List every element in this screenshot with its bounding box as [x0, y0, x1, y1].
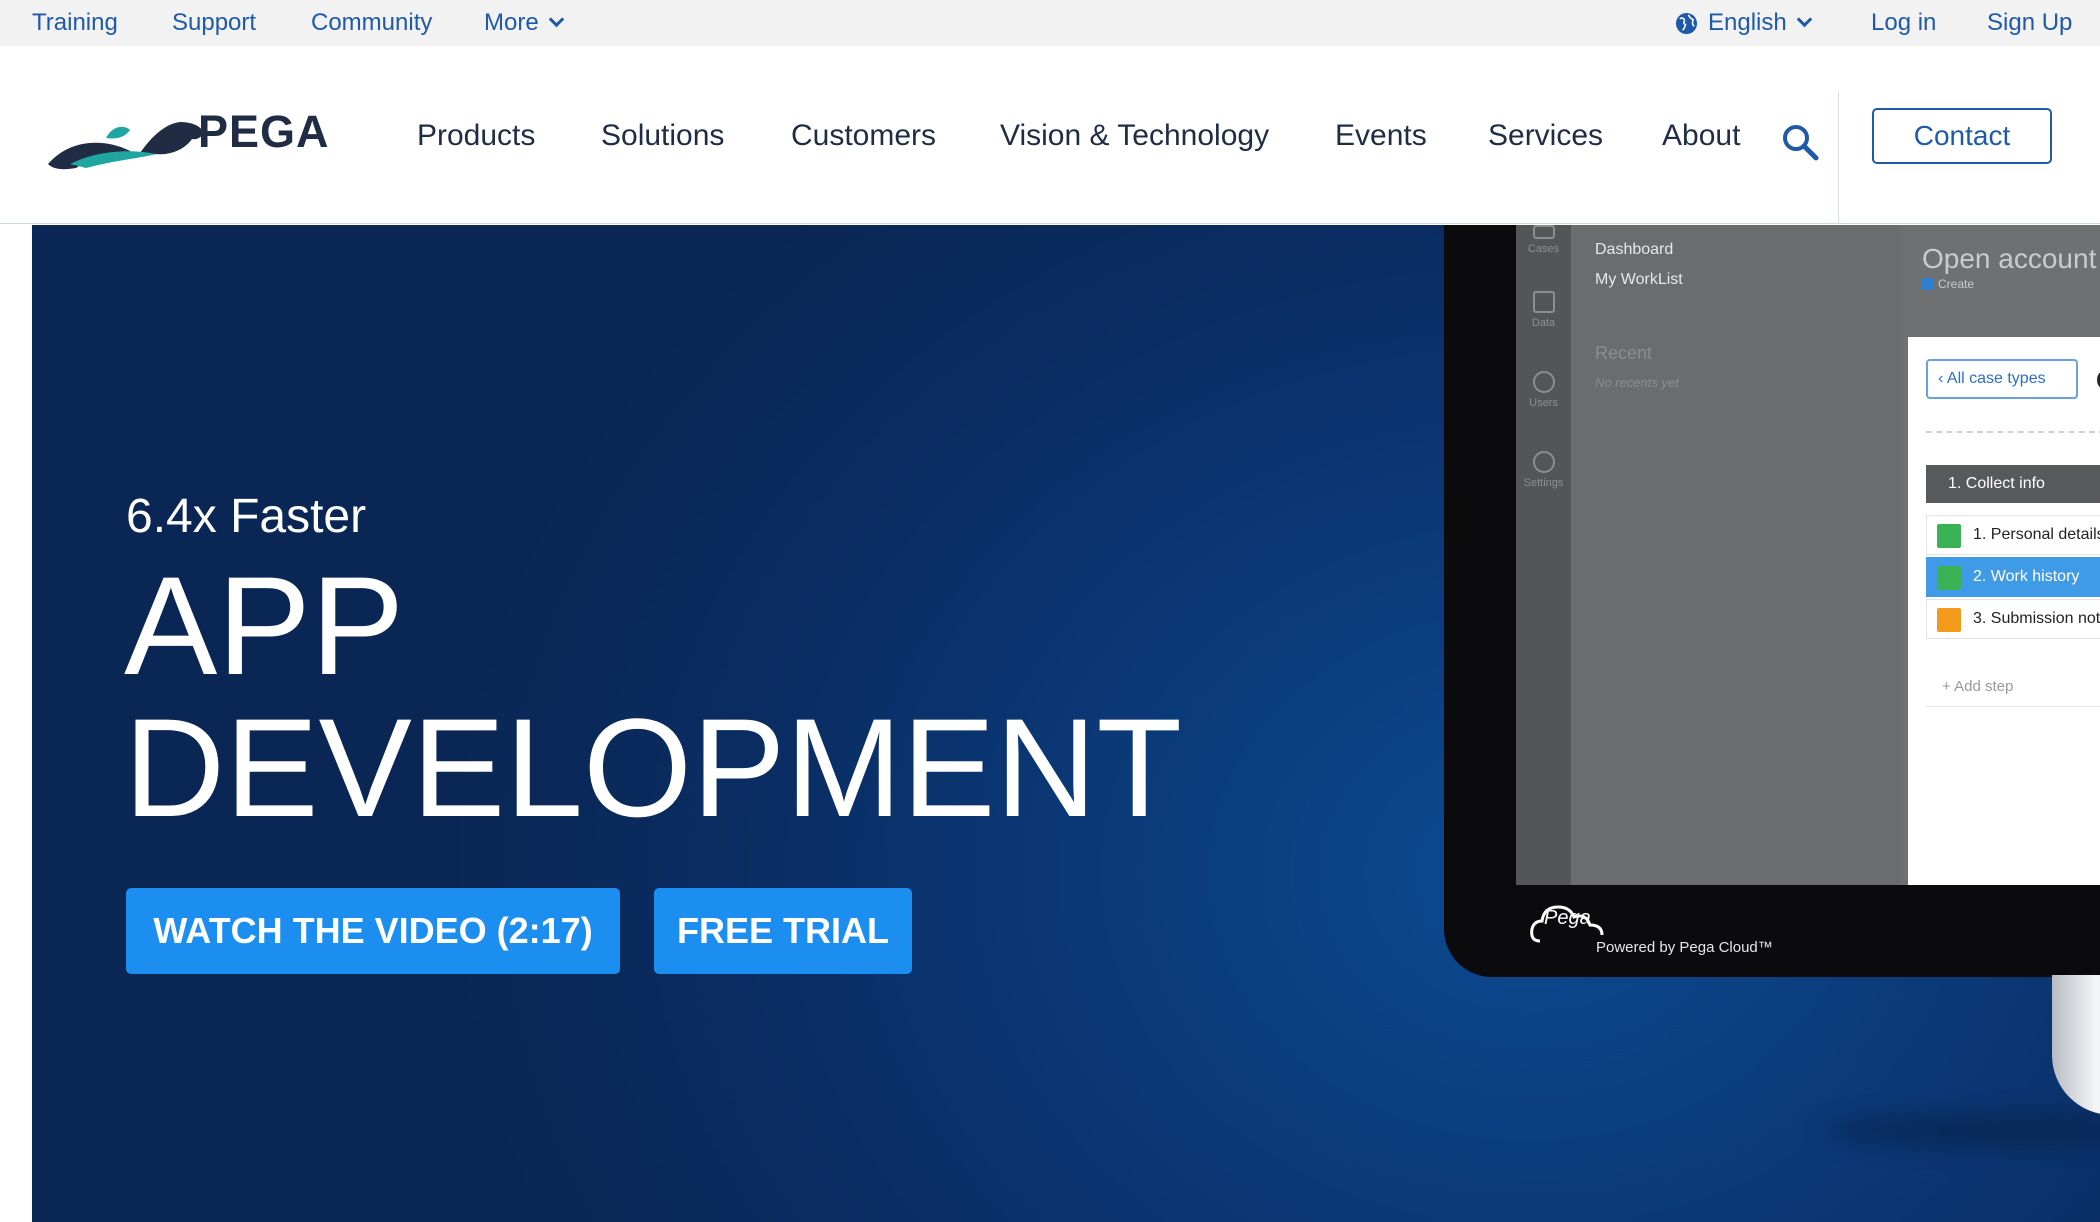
app-dashboard-link: Dashboard: [1595, 241, 1674, 258]
hero-title-line-1: APP: [124, 547, 405, 704]
clipboard-icon: [1937, 524, 1961, 548]
contact-button[interactable]: Contact: [1872, 108, 2052, 164]
rail-label-cases: Cases: [1527, 243, 1560, 255]
rail-item-data: Data: [1516, 291, 1571, 329]
app-recent-heading: Recent: [1595, 343, 1653, 363]
cases-icon: [1532, 225, 1555, 239]
utility-link-training[interactable]: Training: [32, 0, 118, 46]
login-link[interactable]: Log in: [1871, 0, 1936, 46]
nav-vision-technology[interactable]: Vision & Technology: [1000, 119, 1269, 153]
stand-shadow: [1822, 1115, 2100, 1145]
nav-customers[interactable]: Customers: [791, 119, 936, 153]
chevron-down-icon: [548, 11, 564, 28]
hero-subtitle: 6.4x Faster: [126, 490, 367, 543]
users-icon: [1532, 371, 1555, 393]
app-sidebar-rail: Cases Data Users Settings: [1516, 225, 1571, 885]
monitor-mockup: Cases Data Users Settings Dashboard My W…: [1444, 225, 2100, 977]
hero-title-line-2: DEVELOPMENT: [124, 689, 1182, 846]
create-tag: Create: [1922, 277, 1974, 291]
step-label: 2. Work history: [1973, 568, 2080, 585]
all-case-types-button: ‹ All case types: [1926, 359, 2078, 399]
step-label: 1. Personal details: [1973, 526, 2100, 543]
nav-about[interactable]: About: [1662, 119, 1740, 153]
stage-header: 1. Collect info: [1926, 465, 2100, 503]
nav-solutions[interactable]: Solutions: [601, 119, 724, 153]
step-item: 1. Personal details: [1926, 515, 2100, 555]
utility-link-community[interactable]: Community: [311, 0, 432, 46]
main-header: PEGA Products Solutions Customers Vision…: [0, 46, 2100, 224]
add-step-label: Add step: [1954, 678, 2014, 695]
language-selector[interactable]: English: [1708, 0, 1812, 46]
utility-bar: Training Support Community More English …: [0, 0, 2100, 46]
step-item: 3. Submission notifi: [1926, 599, 2100, 639]
hero-banner: 6.4x Faster APP DEVELOPMENT WATCH THE VI…: [32, 225, 2100, 1222]
header-divider: [1838, 92, 1839, 224]
step-item-active: 2. Work history: [1926, 557, 2100, 597]
chevron-down-icon: [1796, 11, 1812, 28]
case-type-panel: ‹ All case types Op 1. Collect info 1. P…: [1908, 337, 2100, 885]
panel-title: Op: [2096, 365, 2100, 396]
rail-label-data: Data: [1531, 317, 1556, 329]
language-label: English: [1708, 9, 1787, 36]
clipboard-icon: [1937, 566, 1961, 590]
monitor-stand: [2052, 975, 2100, 1115]
nav-products[interactable]: Products: [417, 119, 535, 153]
open-account-title: Open account: [1922, 243, 2097, 274]
logo-wordmark[interactable]: PEGA: [198, 106, 330, 158]
globe-icon: [1675, 12, 1698, 35]
pega-cloud-logo-text: Pega: [1544, 907, 1591, 929]
nav-services[interactable]: Services: [1488, 119, 1603, 153]
rail-label-users: Users: [1529, 397, 1558, 409]
powered-by-text: Powered by Pega Cloud™: [1596, 939, 1773, 956]
grid-icon: [1532, 291, 1555, 313]
app-screen: Cases Data Users Settings Dashboard My W…: [1516, 225, 2100, 885]
app-worklist-link: My WorkList: [1595, 271, 1683, 288]
gear-icon: [1532, 451, 1555, 473]
more-dropdown[interactable]: More: [484, 0, 564, 46]
watch-video-button[interactable]: WATCH THE VIDEO (2:17): [126, 888, 620, 974]
rail-item-cases: Cases: [1516, 225, 1571, 255]
search-icon[interactable]: [1780, 122, 1820, 162]
free-trial-button[interactable]: FREE TRIAL: [654, 888, 912, 974]
hero-title: APP DEVELOPMENT: [124, 555, 1182, 839]
app-nav-panel: Dashboard My WorkList Recent No recents …: [1571, 225, 1901, 885]
nav-events[interactable]: Events: [1335, 119, 1427, 153]
app-no-recents: No recents yet: [1595, 375, 1679, 390]
utility-link-support[interactable]: Support: [172, 0, 256, 46]
step-label: 3. Submission notifi: [1973, 610, 2100, 627]
rail-item-users: Users: [1516, 371, 1571, 409]
envelope-icon: [1937, 608, 1961, 632]
all-case-types-label: All case types: [1946, 370, 2046, 387]
rail-label-settings: Settings: [1523, 477, 1564, 489]
rail-item-settings: Settings: [1516, 451, 1571, 489]
more-label: More: [484, 9, 539, 36]
dashed-divider: [1926, 431, 2100, 433]
add-step: + Add step: [1926, 667, 2100, 707]
signup-link[interactable]: Sign Up: [1987, 0, 2072, 46]
